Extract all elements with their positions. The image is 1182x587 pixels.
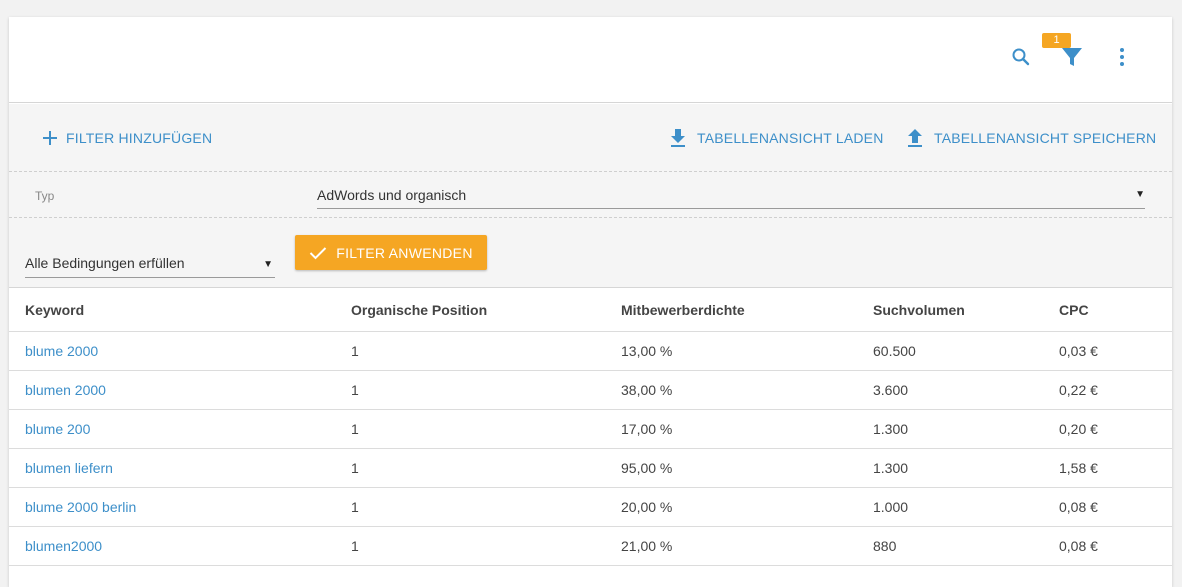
search-volume-cell: 1.000 (873, 499, 909, 515)
column-header-organic-position[interactable]: Organische Position (351, 288, 487, 331)
column-header-keyword[interactable]: Keyword (25, 288, 84, 331)
cpc-cell: 0,20 € (1059, 421, 1098, 437)
organic-position-cell: 1 (351, 460, 359, 476)
type-filter-row: Typ AdWords und organisch ▼ (9, 172, 1172, 218)
organic-position-cell: 1 (351, 382, 359, 398)
table-row: blumen liefern 1 95,00 % 1.300 1,58 € (9, 449, 1172, 488)
cpc-cell: 0,22 € (1059, 382, 1098, 398)
keyword-link[interactable]: blumen2000 (25, 527, 102, 565)
cpc-cell: 0,08 € (1059, 538, 1098, 554)
type-select[interactable]: AdWords und organisch ▼ (317, 182, 1145, 209)
add-filter-button[interactable]: FILTER HINZUFÜGEN (42, 128, 212, 148)
search-volume-cell: 1.300 (873, 460, 909, 476)
table-row: blumen 2000 1 38,00 % 3.600 0,22 € (9, 371, 1172, 410)
condition-select[interactable]: Alle Bedingungen erfüllen ▼ (25, 249, 275, 278)
save-table-view-label: TABELLENANSICHT SPEICHERN (934, 130, 1157, 146)
table-row: blume 2000 berlin 1 20,00 % 1.000 0,08 € (9, 488, 1172, 527)
type-select-value: AdWords und organisch (317, 187, 467, 203)
column-header-cpc[interactable]: CPC (1059, 288, 1089, 331)
keyword-link[interactable]: blume 2000 berlin (25, 488, 136, 526)
type-label: Typ (35, 189, 55, 203)
organic-position-cell: 1 (351, 343, 359, 359)
cpc-cell: 0,03 € (1059, 343, 1098, 359)
more-vert-icon[interactable] (1112, 45, 1132, 69)
competition-cell: 21,00 % (621, 538, 673, 554)
apply-filter-button[interactable]: FILTER ANWENDEN (295, 235, 487, 270)
check-icon (310, 246, 327, 259)
competition-cell: 13,00 % (621, 343, 673, 359)
keyword-table: Keyword Organische Position Mitbewerberd… (9, 288, 1172, 566)
caret-down-icon: ▼ (263, 259, 273, 270)
download-icon (671, 129, 685, 147)
search-volume-cell: 1.300 (873, 421, 909, 437)
cpc-cell: 0,08 € (1059, 499, 1098, 515)
organic-position-cell: 1 (351, 499, 359, 515)
column-header-competition[interactable]: Mitbewerberdichte (621, 288, 745, 331)
keyword-link[interactable]: blume 200 (25, 410, 90, 448)
top-toolbar: 1 (9, 17, 1172, 103)
table-header: Keyword Organische Position Mitbewerberd… (9, 288, 1172, 332)
cpc-cell: 1,58 € (1059, 460, 1098, 476)
apply-filter-label: FILTER ANWENDEN (336, 244, 473, 261)
competition-cell: 38,00 % (621, 382, 673, 398)
table-row: blumen2000 1 21,00 % 880 0,08 € (9, 527, 1172, 566)
load-table-view-label: TABELLENANSICHT LADEN (697, 130, 884, 146)
add-filter-label: FILTER HINZUFÜGEN (66, 130, 213, 146)
organic-position-cell: 1 (351, 538, 359, 554)
table-row: blume 200 1 17,00 % 1.300 0,20 € (9, 410, 1172, 449)
competition-cell: 17,00 % (621, 421, 673, 437)
save-table-view-button[interactable]: TABELLENANSICHT SPEICHERN (904, 128, 1156, 148)
condition-select-value: Alle Bedingungen erfüllen (25, 255, 185, 271)
search-volume-cell: 60.500 (873, 343, 916, 359)
competition-cell: 20,00 % (621, 499, 673, 515)
filter-panel: FILTER HINZUFÜGEN TABELLENANSICHT LADEN … (9, 104, 1172, 288)
competition-cell: 95,00 % (621, 460, 673, 476)
filter-count-badge: 1 (1042, 33, 1071, 48)
search-icon[interactable] (1009, 45, 1033, 69)
keyword-link[interactable]: blume 2000 (25, 332, 98, 370)
keyword-link[interactable]: blumen liefern (25, 449, 113, 487)
organic-position-cell: 1 (351, 421, 359, 437)
column-header-search-volume[interactable]: Suchvolumen (873, 288, 965, 331)
search-volume-cell: 880 (873, 538, 897, 554)
filter-actions-row: FILTER HINZUFÜGEN TABELLENANSICHT LADEN … (9, 104, 1172, 172)
upload-icon (908, 129, 922, 147)
plus-icon (43, 131, 57, 145)
search-volume-cell: 3.600 (873, 382, 909, 398)
keyword-link[interactable]: blumen 2000 (25, 371, 106, 409)
table-row: blume 2000 1 13,00 % 60.500 0,03 € (9, 332, 1172, 371)
keyword-card: 1 FILTER HINZUFÜGEN TABELLENANSICHT LADE… (9, 17, 1172, 587)
caret-down-icon: ▼ (1135, 189, 1145, 200)
load-table-view-button[interactable]: TABELLENANSICHT LADEN (667, 128, 884, 148)
